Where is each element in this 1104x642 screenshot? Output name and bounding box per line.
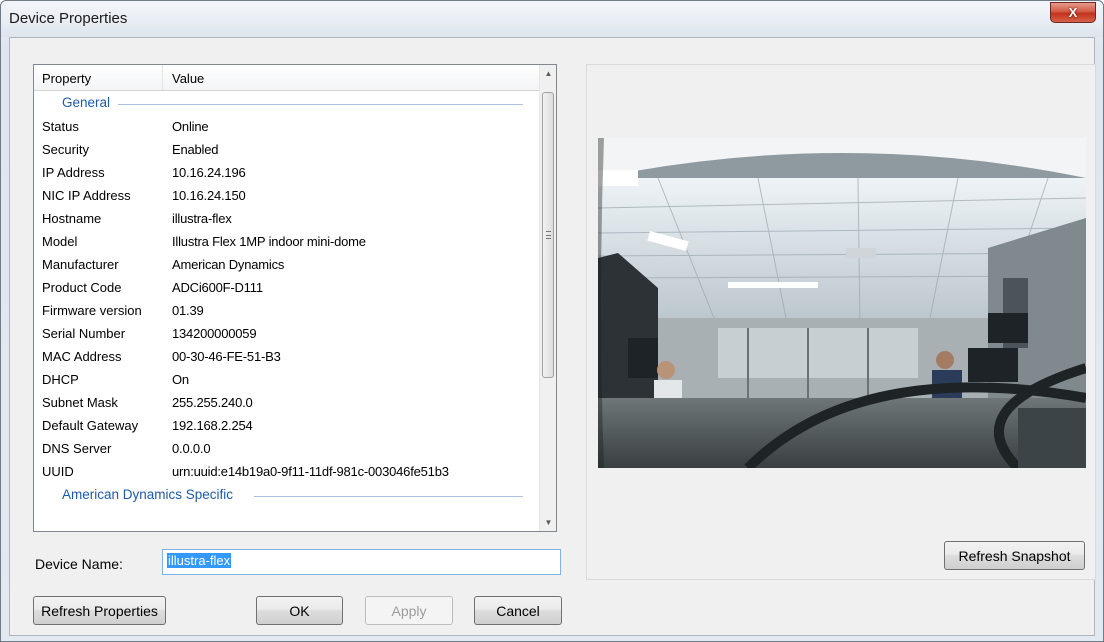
column-header-value[interactable]: Value	[172, 71, 204, 86]
property-row[interactable]: Firmware version 01.39	[34, 300, 539, 323]
property-value: Online	[172, 119, 209, 134]
property-name: DHCP	[42, 372, 79, 387]
property-row[interactable]: Status Online	[34, 116, 539, 139]
property-name: Default Gateway	[42, 418, 139, 433]
scroll-down-arrow-icon[interactable]: ▼	[540, 514, 556, 531]
property-value: 00-30-46-FE-51-B3	[172, 349, 281, 364]
device-name-value: illustra-flex	[167, 553, 232, 568]
property-value: 10.16.24.150	[172, 188, 246, 203]
property-value: American Dynamics	[172, 257, 285, 272]
property-row[interactable]: DHCP On	[34, 369, 539, 392]
property-value: Illustra Flex 1MP indoor mini-dome	[172, 234, 366, 249]
grip-icon	[546, 231, 551, 239]
property-value: 255.255.240.0	[172, 395, 253, 410]
property-name: Serial Number	[42, 326, 126, 341]
group-header[interactable]: American Dynamics Specific	[34, 485, 539, 505]
column-divider[interactable]	[162, 65, 163, 90]
property-name: Model	[42, 234, 78, 249]
office-scene-icon	[598, 138, 1086, 468]
list-header: Property Value	[34, 65, 539, 91]
property-value: Enabled	[172, 142, 219, 157]
property-row[interactable]: Security Enabled	[34, 139, 539, 162]
property-value: 134200000059	[172, 326, 257, 341]
apply-button[interactable]: Apply	[365, 596, 453, 625]
property-list[interactable]: Property Value General Status Online Securi…	[33, 64, 557, 532]
property-value: urn:uuid:e14b19a0-9f11-11df-981c-003046f…	[172, 464, 449, 479]
camera-snapshot-image	[598, 138, 1086, 468]
close-button[interactable]: X	[1050, 2, 1096, 23]
group-divider	[254, 496, 523, 497]
close-icon: X	[1068, 5, 1078, 20]
property-row[interactable]: DNS Server 0.0.0.0	[34, 438, 539, 461]
property-row[interactable]: Model Illustra Flex 1MP indoor mini-dome	[34, 231, 539, 254]
property-name: Hostname	[42, 211, 102, 226]
window-title: Device Properties	[9, 10, 128, 27]
group-divider	[118, 104, 523, 105]
property-name: MAC Address	[42, 349, 122, 364]
property-name: Subnet Mask	[42, 395, 118, 410]
property-row[interactable]: NIC IP Address 10.16.24.150	[34, 185, 539, 208]
vertical-scrollbar[interactable]: ▲ ▼	[539, 65, 556, 531]
property-row[interactable]: Hostname illustra-flex	[34, 208, 539, 231]
group-label: American Dynamics Specific	[62, 487, 234, 502]
property-value: On	[172, 372, 189, 387]
property-name: IP Address	[42, 165, 105, 180]
scrollbar-thumb[interactable]	[542, 92, 554, 378]
property-name: Product Code	[42, 280, 122, 295]
property-row[interactable]: MAC Address 00-30-46-FE-51-B3	[34, 346, 539, 369]
property-value: illustra-flex	[172, 211, 232, 226]
property-row[interactable]: Manufacturer American Dynamics	[34, 254, 539, 277]
property-row[interactable]: Subnet Mask 255.255.240.0	[34, 392, 539, 415]
group-label: General	[62, 95, 111, 110]
property-name: Firmware version	[42, 303, 142, 318]
cancel-button[interactable]: Cancel	[474, 596, 562, 625]
property-row[interactable]: Serial Number 134200000059	[34, 323, 539, 346]
property-row[interactable]: Product Code ADCi600F-D111	[34, 277, 539, 300]
device-name-label: Device Name:	[35, 556, 123, 572]
property-name: Security	[42, 142, 89, 157]
property-name: Status	[42, 119, 79, 134]
ok-button[interactable]: OK	[256, 596, 343, 625]
property-name: DNS Server	[42, 441, 112, 456]
column-header-property[interactable]: Property	[42, 71, 91, 86]
property-value: 10.16.24.196	[172, 165, 246, 180]
refresh-properties-button[interactable]: Refresh Properties	[33, 596, 166, 625]
property-value: 192.168.2.254	[172, 418, 253, 433]
property-name: UUID	[42, 464, 74, 479]
property-name: Manufacturer	[42, 257, 119, 272]
scroll-up-arrow-icon[interactable]: ▲	[540, 65, 556, 82]
property-row[interactable]: UUID urn:uuid:e14b19a0-9f11-11df-981c-003…	[34, 461, 539, 484]
property-value: ADCi600F-D111	[172, 280, 263, 295]
property-value: 0.0.0.0	[172, 441, 211, 456]
refresh-snapshot-button[interactable]: Refresh Snapshot	[944, 541, 1085, 570]
group-header[interactable]: General	[34, 93, 539, 113]
title-bar[interactable]: Device Properties X	[1, 1, 1103, 37]
property-value: 01.39	[172, 303, 204, 318]
property-row[interactable]: IP Address 10.16.24.196	[34, 162, 539, 185]
property-row[interactable]: Default Gateway 192.168.2.254	[34, 415, 539, 438]
property-name: NIC IP Address	[42, 188, 131, 203]
device-name-input[interactable]: illustra-flex	[162, 549, 561, 575]
